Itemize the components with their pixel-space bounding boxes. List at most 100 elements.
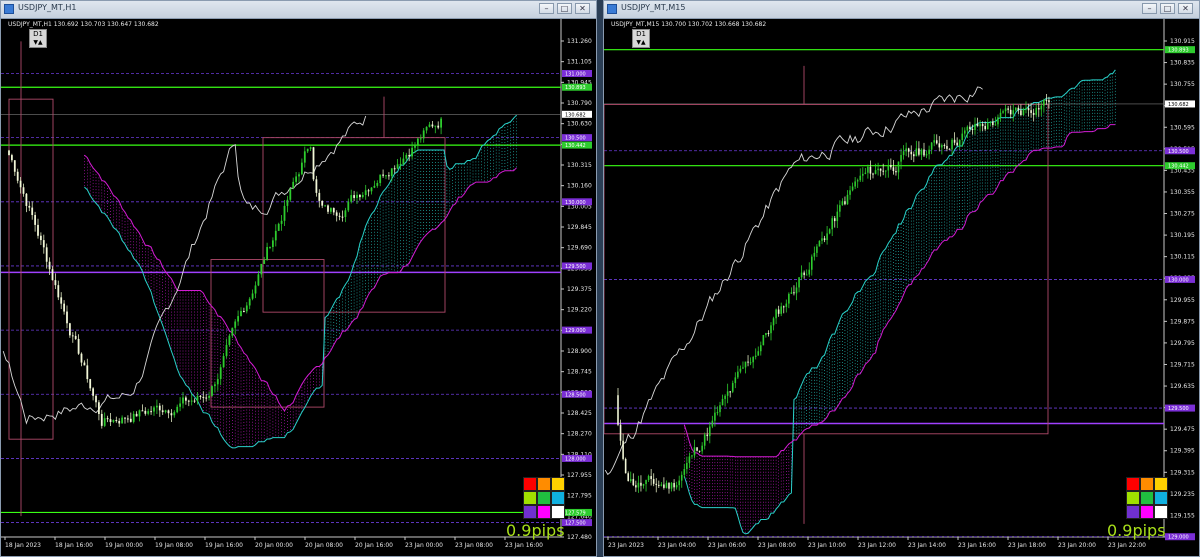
- candle-body: [187, 400, 190, 402]
- candle-body: [251, 293, 254, 299]
- candle-body: [800, 272, 803, 278]
- palette-color-swatch[interactable]: [1140, 477, 1154, 491]
- chart-window-right[interactable]: USDJPY_MT,M15 – □ ✕ 130.915 130.835 130.75…: [603, 0, 1200, 557]
- candle-body: [915, 148, 918, 157]
- candle-body: [318, 192, 321, 201]
- palette-color-swatch[interactable]: [1154, 505, 1168, 519]
- candle-body: [981, 123, 984, 127]
- x-tick-label: 23 Jan 08:00: [455, 542, 493, 549]
- candle-body: [902, 151, 905, 156]
- palette-color-swatch[interactable]: [551, 505, 565, 519]
- palette-color-swatch[interactable]: [537, 505, 551, 519]
- candle-body: [118, 421, 121, 424]
- minimize-button[interactable]: –: [1142, 3, 1157, 14]
- candle-body: [243, 311, 245, 313]
- color-palette[interactable]: [1126, 477, 1168, 519]
- y-tick-label: 130.630: [567, 121, 592, 128]
- candle-body: [757, 351, 760, 356]
- candle-body: [161, 410, 164, 413]
- palette-color-swatch[interactable]: [523, 505, 537, 519]
- price-tag-label: 130.893: [1168, 48, 1189, 54]
- x-tick-label: 18 Jan 2023: [5, 542, 41, 549]
- candle-body: [920, 149, 923, 155]
- candle-body: [132, 413, 135, 422]
- candle-body: [399, 163, 402, 165]
- palette-color-swatch[interactable]: [537, 491, 551, 505]
- price-tag-label: 130.500: [565, 136, 586, 142]
- window-titlebar[interactable]: USDJPY_MT,H1 – □ ✕: [1, 1, 596, 19]
- candle-body: [833, 218, 836, 222]
- window-titlebar[interactable]: USDJPY_MT,M15 – □ ✕: [604, 1, 1199, 19]
- timeframe-d1-button[interactable]: D1 ▼▲: [632, 29, 650, 48]
- candle-body: [1048, 100, 1050, 103]
- candle-body: [147, 411, 150, 414]
- candle-body: [688, 456, 691, 463]
- close-button[interactable]: ✕: [575, 3, 590, 14]
- candle-body: [283, 205, 286, 221]
- palette-color-swatch[interactable]: [537, 477, 551, 491]
- candle-body: [176, 406, 179, 413]
- candle-body: [205, 397, 208, 399]
- candle-body: [854, 181, 856, 187]
- candle-body: [989, 121, 992, 123]
- x-tick-label: 19 Jan 16:00: [205, 542, 243, 549]
- timeframe-d1-button[interactable]: D1 ▼▲: [29, 29, 47, 48]
- candle-body: [312, 147, 315, 180]
- palette-color-swatch[interactable]: [1154, 477, 1168, 491]
- price-tag-label: 130.442: [565, 143, 586, 149]
- palette-color-swatch[interactable]: [1126, 477, 1140, 491]
- candle-body: [788, 293, 790, 304]
- candle-body: [856, 180, 859, 182]
- candle-body: [930, 142, 933, 150]
- price-tag-label: 127.500: [565, 521, 586, 527]
- x-tick-label: 23 Jan 08:00: [758, 542, 796, 549]
- candle-body: [272, 240, 274, 248]
- palette-color-swatch[interactable]: [523, 477, 537, 491]
- palette-color-swatch[interactable]: [551, 477, 565, 491]
- candle-body: [673, 482, 675, 488]
- candle-body: [900, 155, 902, 162]
- candle-body: [370, 187, 373, 192]
- maximize-button[interactable]: □: [1160, 3, 1175, 14]
- palette-color-swatch[interactable]: [1154, 491, 1168, 505]
- price-chart[interactable]: 131.260131.105130.945130.790130.630130.4…: [1, 19, 596, 556]
- candle-body: [859, 175, 862, 181]
- candle-body: [619, 424, 622, 441]
- candle-body: [373, 185, 376, 188]
- candle-body: [683, 468, 686, 475]
- candle-body: [691, 455, 693, 457]
- palette-color-swatch[interactable]: [551, 491, 565, 505]
- minimize-button[interactable]: –: [539, 3, 554, 14]
- candle-body: [11, 155, 13, 161]
- candle-body: [668, 482, 670, 489]
- close-button[interactable]: ✕: [1178, 3, 1193, 14]
- candle-body: [660, 484, 663, 486]
- chart-window-left[interactable]: USDJPY_MT,H1 – □ ✕ 131.260 131.105 130.945…: [0, 0, 597, 557]
- palette-color-swatch[interactable]: [1126, 491, 1140, 505]
- palette-color-swatch[interactable]: [1140, 505, 1154, 519]
- ohlc-readout: USDJPY_MT,H1 130.692 130.703 130.647 130…: [8, 21, 159, 28]
- candle-body: [234, 321, 237, 328]
- candle-body: [795, 287, 798, 294]
- candle-body: [734, 377, 737, 384]
- candle-body: [28, 205, 31, 208]
- candle-body: [266, 247, 268, 261]
- candle-body: [1027, 108, 1030, 111]
- candle-body: [772, 318, 775, 326]
- candle-body: [925, 154, 928, 156]
- candle-body: [663, 484, 665, 488]
- candle-body: [655, 483, 658, 485]
- candle-body: [997, 117, 999, 125]
- candle-body: [897, 161, 900, 173]
- color-palette[interactable]: [523, 477, 565, 519]
- palette-color-swatch[interactable]: [1140, 491, 1154, 505]
- price-chart[interactable]: 130.915130.835130.755130.675130.595130.5…: [604, 19, 1199, 556]
- palette-color-swatch[interactable]: [1126, 505, 1140, 519]
- x-tick-label: 23 Jan 14:00: [908, 542, 946, 549]
- candle-body: [222, 356, 225, 368]
- maximize-button[interactable]: □: [557, 3, 572, 14]
- price-tag-label: 128.000: [565, 456, 586, 462]
- y-tick-label: 131.260: [567, 38, 592, 45]
- palette-color-swatch[interactable]: [523, 491, 537, 505]
- candle-body: [182, 397, 184, 404]
